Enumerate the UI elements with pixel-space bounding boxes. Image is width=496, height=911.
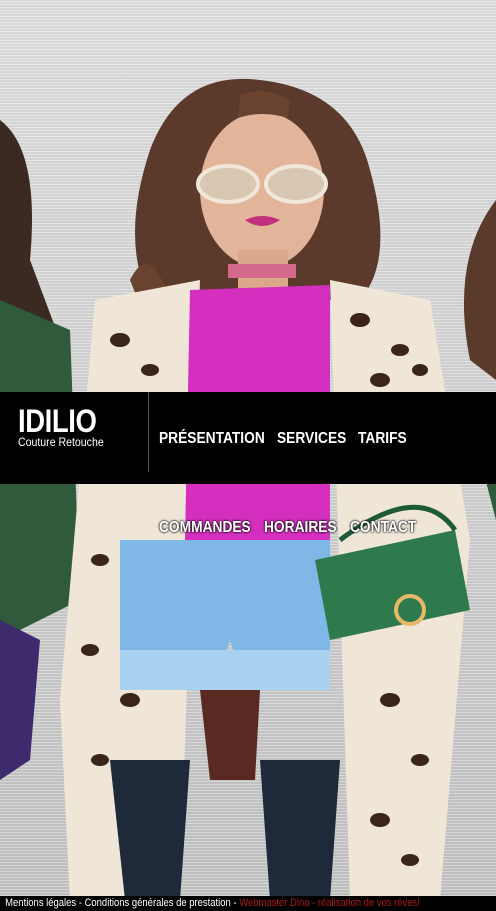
webmaster-credit-link[interactable]: Webmaster Dina - réalisation de vos rêve… [239, 896, 420, 911]
nav-commandes[interactable]: COMMANDES [159, 519, 251, 537]
terms-link[interactable]: Conditions générales de prestation [85, 896, 231, 911]
nav-tarifs[interactable]: TARIFS [358, 430, 407, 448]
nav-contact[interactable]: CONTACT [350, 519, 416, 537]
brand-name[interactable]: IDILIO [18, 404, 102, 438]
nav-presentation[interactable]: PRÉSENTATION [159, 430, 265, 448]
footer-separator: - [76, 897, 85, 909]
site-logo[interactable]: IDILIO Couture Retouche [18, 404, 115, 448]
header-divider [148, 392, 149, 472]
footer-separator: - [230, 897, 240, 909]
nav-services[interactable]: SERVICES [277, 430, 346, 448]
footer: Mentions légales - Conditions générales … [0, 896, 496, 911]
legal-notice-link[interactable]: Mentions légales [5, 896, 76, 911]
nav-horaires[interactable]: HORAIRES [264, 519, 337, 537]
brand-tagline: Couture Retouche [18, 435, 104, 449]
